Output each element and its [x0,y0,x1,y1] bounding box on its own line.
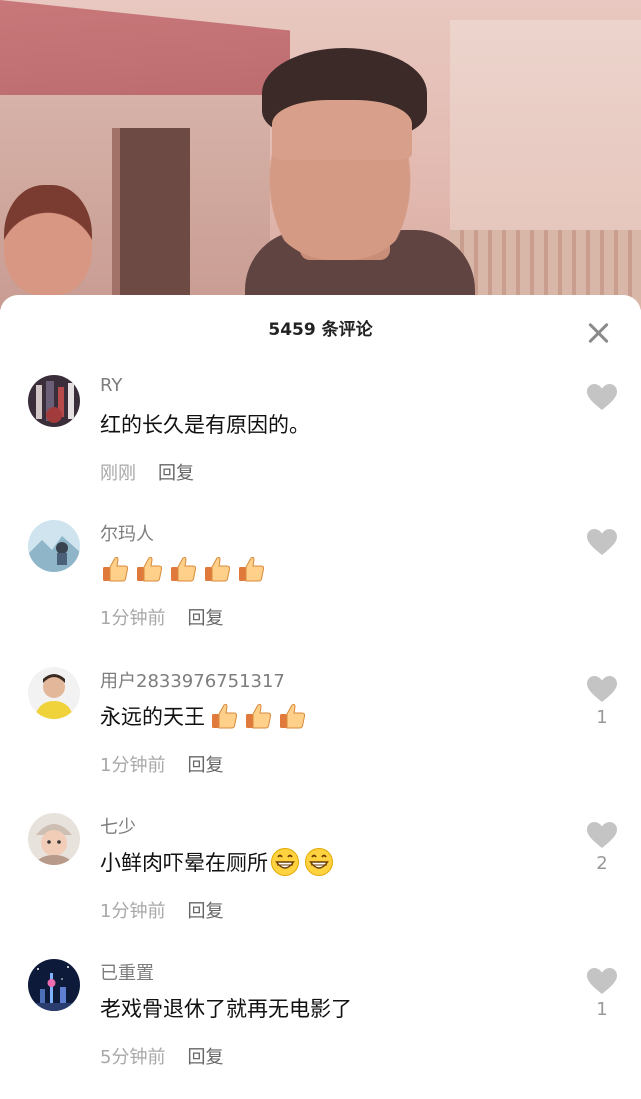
username[interactable]: 尔玛人 [100,520,154,546]
like-count: 2 [596,853,608,874]
heart-icon [587,968,617,994]
comment-meta: 刚刚 回复 [100,459,194,485]
comment-text: 永远的天王 [100,701,307,731]
avatar[interactable] [28,813,80,865]
avatar[interactable] [28,667,80,719]
video-person-man-face [272,100,412,160]
comment-item: 七少 小鲜肉吓晕在厕所 1分钟前 回复 2 [0,813,641,953]
like-button[interactable] [584,528,620,560]
reply-button[interactable]: 回复 [187,1047,223,1068]
thumbs-up-icon [236,554,266,584]
video-frame[interactable] [0,0,641,310]
heart-icon [587,676,617,702]
comment-sheet: 5459 条评论 RY 红的长久是有原因的。 刚刚 回复 尔玛人 1分钟前 回复… [0,295,641,1076]
reply-button[interactable]: 回复 [187,608,223,629]
comment-time: 1分钟前 [100,755,166,776]
username[interactable]: 七少 [100,813,136,839]
comment-text-content: 小鲜肉吓晕在厕所 [100,851,268,875]
username[interactable]: 用户2833976751317 [100,667,285,693]
grin-emoji-icon [270,847,300,877]
video-scene-door [112,128,190,310]
thumbs-up-icon [209,701,239,731]
comment-text-content: 红的长久是有原因的。 [100,413,310,437]
thumbs-up-icon [168,554,198,584]
comment-meta: 1分钟前 回复 [100,897,223,923]
comment-text: 老戏骨退休了就再无电影了 [100,993,352,1023]
close-icon[interactable] [582,317,614,349]
comment-count-title: 5459 条评论 [268,320,373,340]
comment-time: 1分钟前 [100,901,166,922]
comment-time: 5分钟前 [100,1047,166,1068]
heart-icon [587,384,617,410]
thumbs-up-icon [134,554,164,584]
video-person-boy [4,185,92,295]
thumbs-up-icon [202,554,232,584]
comment-time: 刚刚 [100,463,136,484]
username[interactable]: RY [100,375,122,396]
avatar[interactable] [28,520,80,572]
username[interactable]: 已重置 [100,959,154,985]
avatar[interactable] [28,959,80,1011]
comment-text: 小鲜肉吓晕在厕所 [100,847,334,877]
like-button[interactable]: 1 [584,967,620,1020]
like-count: 1 [596,999,608,1020]
thumbs-up-icon [277,701,307,731]
comment-meta: 5分钟前 回复 [100,1043,223,1069]
like-button[interactable] [584,383,620,415]
comment-text [100,554,266,584]
reply-button[interactable]: 回复 [187,755,223,776]
comment-item: RY 红的长久是有原因的。 刚刚 回复 [0,375,641,515]
heart-icon [587,529,617,555]
comment-item: 已重置 老戏骨退休了就再无电影了 5分钟前 回复 1 [0,959,641,1099]
comment-text: 红的长久是有原因的。 [100,409,310,439]
comment-meta: 1分钟前 回复 [100,604,223,630]
comment-item: 用户2833976751317 永远的天王 1分钟前 回复 1 [0,667,641,807]
avatar[interactable] [28,375,80,427]
like-button[interactable]: 2 [584,821,620,874]
comment-meta: 1分钟前 回复 [100,751,223,777]
heart-icon [587,822,617,848]
comment-time: 1分钟前 [100,608,166,629]
reply-button[interactable]: 回复 [187,901,223,922]
comment-item: 尔玛人 1分钟前 回复 [0,520,641,660]
thumbs-up-icon [243,701,273,731]
like-button[interactable]: 1 [584,675,620,728]
grin-emoji-icon [304,847,334,877]
thumbs-up-icon [100,554,130,584]
comment-text-content: 老戏骨退休了就再无电影了 [100,997,352,1021]
like-count: 1 [596,707,608,728]
comment-text-content: 永远的天王 [100,705,205,729]
reply-button[interactable]: 回复 [158,463,194,484]
